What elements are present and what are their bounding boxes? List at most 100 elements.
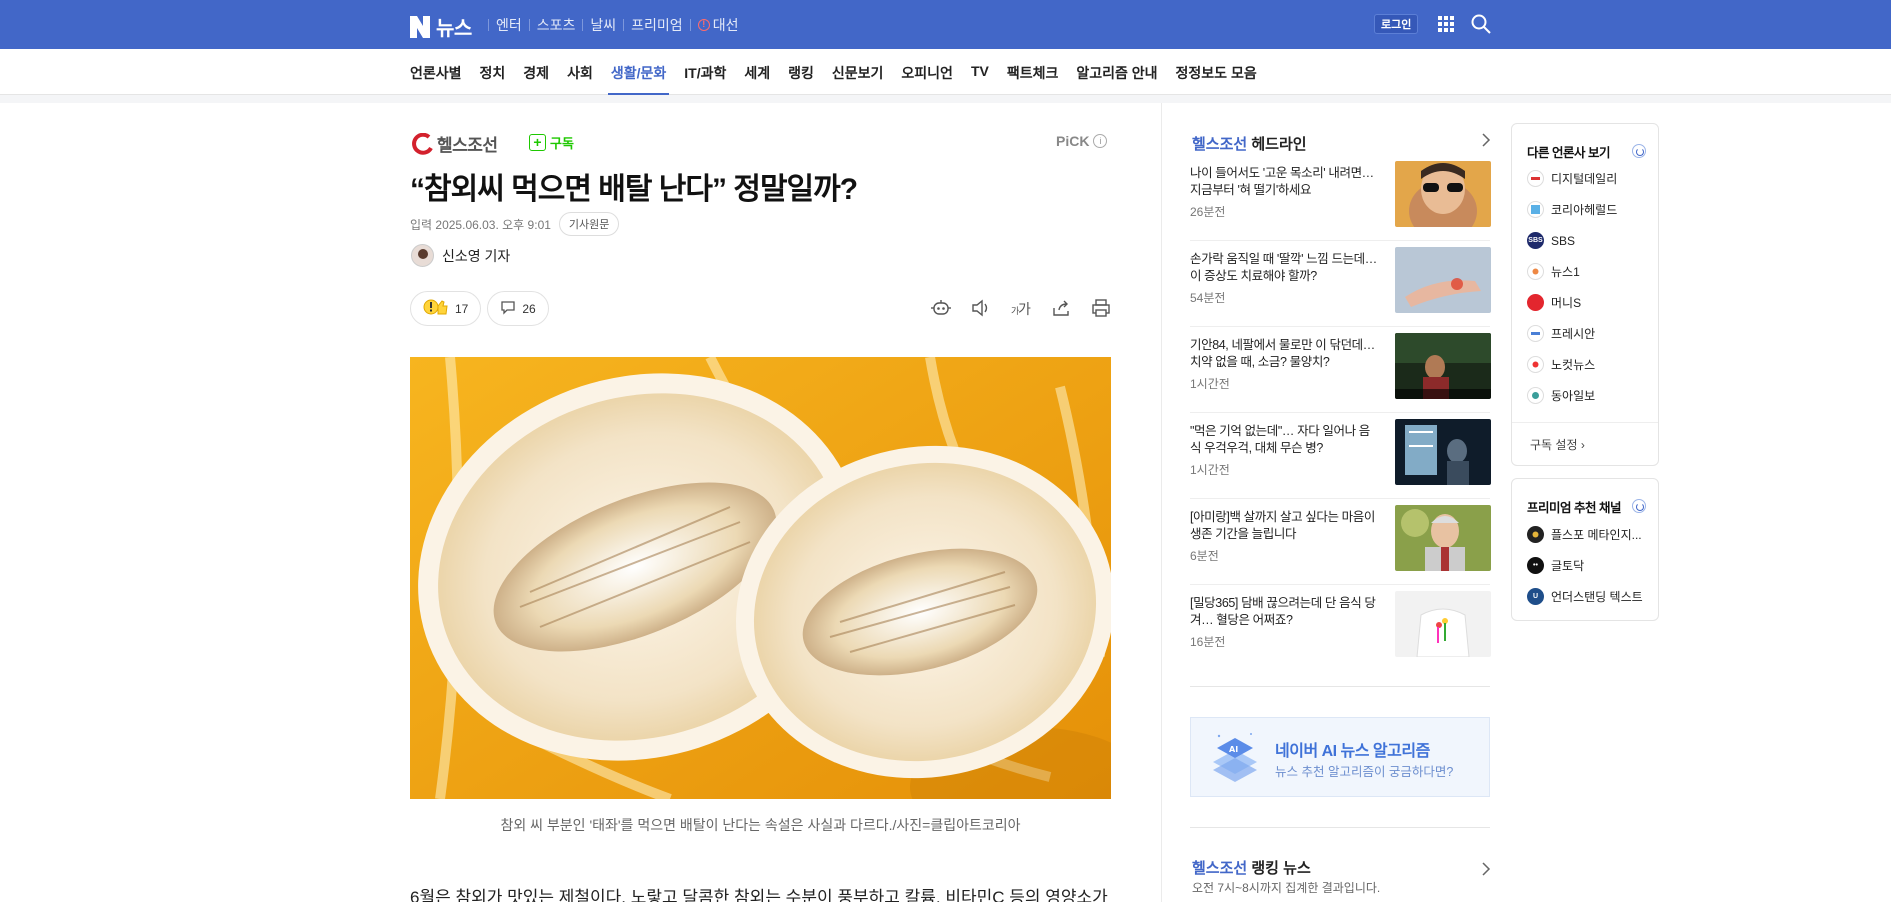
headline-item[interactable]: "먹은 기억 없는데"… 자다 일어나 음식 우걱우걱, 대체 무슨 병? 1시… [1190,419,1491,499]
headline-title[interactable]: [밀당365] 담배 끊으려는데 단 음식 당겨… 혈당은 어쩌죠? [1190,595,1380,629]
print-icon[interactable] [1090,297,1112,319]
article-date: 입력 2025.06.03. 오후 9:01 [410,217,551,232]
tab-corrections[interactable]: 정정보도 모음 [1176,49,1257,95]
headline-title[interactable]: 나이 들어서도 '고운 목소리' 내려면… 지금부터 '혀 떨기'하세요 [1190,165,1380,199]
tab-life-culture[interactable]: 생활/문화 [607,49,670,95]
apps-grid-icon[interactable] [1438,16,1454,32]
premium-channel-box: 프리미엄 추천 채널 플스포 메타인지... •• 글토닥 U 언더스탠딩 텍스… [1511,478,1659,621]
naver-n-icon [410,15,430,38]
headline-time: 6분전 [1190,549,1219,563]
press-logo-icon [1527,325,1544,342]
nav-weather[interactable]: 날씨 [583,15,623,35]
login-button[interactable]: 로그인 [1374,14,1419,34]
info-icon[interactable]: i [1093,134,1108,148]
search-icon[interactable] [1471,14,1491,39]
tab-press[interactable]: 언론사별 [410,49,462,95]
tab-algorithm[interactable]: 알고리즘 안내 [1076,49,1157,95]
headline-title[interactable]: "먹은 기억 없는데"… 자다 일어나 음식 우걱우걱, 대체 무슨 병? [1190,423,1380,457]
headline-title[interactable]: [아미랑]백 살까지 살고 싶다는 마음이 생존 기간을 늘립니다 [1190,509,1380,543]
section-divider [0,95,1891,103]
ranking-title[interactable]: 헬스조선 랭킹 뉴스 [1192,857,1311,878]
font-size-icon[interactable]: 가가 [1010,297,1032,319]
press-logo-icon [1527,201,1544,218]
tab-society[interactable]: 사회 [567,49,593,95]
press-item[interactable]: 동아일보 [1527,387,1595,404]
nav-premium[interactable]: 프리미엄 [624,15,690,35]
reaction-row: 17 26 [410,291,549,326]
refresh-icon[interactable] [1632,499,1646,513]
tab-tv[interactable]: TV [971,49,989,95]
press-item[interactable]: 노컷뉴스 [1527,356,1595,373]
svg-text:가: 가 [1018,302,1031,317]
headline-thumbnail[interactable] [1395,419,1491,485]
subscription-settings-link[interactable]: 구독 설정 › [1530,436,1585,453]
headline-thumbnail[interactable] [1395,161,1491,227]
press-item-label: 동아일보 [1551,389,1596,403]
press-headline-press: 헬스조선 [1192,136,1248,153]
press-item[interactable]: SBS SBS [1527,232,1575,249]
press-item-label: 디지털데일리 [1551,172,1618,186]
speaker-icon[interactable] [970,297,992,319]
headline-item[interactable]: 나이 들어서도 '고운 목소리' 내려면… 지금부터 '혀 떨기'하세요 26분… [1190,161,1491,241]
health-chosun-logo-icon [412,132,433,155]
comment-button[interactable]: 26 [487,291,549,326]
press-item[interactable]: 코리아헤럴드 [1527,201,1617,218]
chevron-right-icon[interactable] [1481,133,1491,150]
share-icon[interactable] [1050,297,1072,319]
press-item[interactable]: 디지털데일리 [1527,170,1617,187]
chevron-right-icon[interactable] [1481,862,1491,879]
channel-logo-icon [1527,526,1544,543]
headline-time: 26분전 [1190,205,1226,219]
original-article-button[interactable]: 기사원문 [558,212,620,236]
ai-cube-icon: AI [1213,733,1257,782]
premium-item[interactable]: •• 글토닥 [1527,557,1584,574]
subscribe-label: 구독 [550,136,574,151]
reaction-count: 17 [455,301,469,316]
headline-thumbnail[interactable] [1395,333,1491,399]
headline-title[interactable]: 손가락 움직일 때 '딸깍' 느낌 드는데… 이 증상도 치료해야 할까? [1190,251,1380,285]
tab-it-science[interactable]: IT/과학 [684,49,726,95]
article-body: 6월은 참외가 맛있는 제철이다. 노랗고 달콤한 참외는 수분이 풍부하고 칼… [410,888,1108,902]
premium-item[interactable]: U 언더스탠딩 텍스트 [1527,588,1643,605]
reaction-button[interactable]: 17 [410,291,482,326]
comment-count: 26 [522,301,536,316]
tab-economy[interactable]: 경제 [523,49,549,95]
press-item-label: 머니S [1551,296,1582,310]
headline-thumbnail[interactable] [1395,247,1491,313]
headline-item[interactable]: 기안84, 네팔에서 물로만 이 닦던데… 치약 없을 때, 소금? 물양치? … [1190,333,1491,413]
other-press-title: 다른 언론사 보기 [1527,146,1610,160]
naver-news-logo[interactable]: 뉴스 [410,12,472,41]
pick-badge[interactable]: PiCK i [1056,133,1108,149]
headline-item[interactable]: [밀당365] 담배 끊으려는데 단 음식 당겨… 혈당은 어쩌죠? 16분전 [1190,591,1491,661]
headline-thumbnail[interactable] [1395,505,1491,571]
tab-newspaper[interactable]: 신문보기 [832,49,884,95]
section-divider [1190,827,1490,828]
refresh-icon[interactable] [1632,144,1646,158]
byline[interactable]: 신소영 기자 [411,244,510,267]
nav-sports[interactable]: 스포츠 [530,15,583,35]
ai-algorithm-banner[interactable]: AI 네이버 AI 뉴스 알고리즘 뉴스 추천 알고리즘이 궁금하다면? [1190,717,1490,797]
press-item[interactable]: 뉴스1 [1527,263,1580,280]
press-item[interactable]: 머니S [1527,294,1581,311]
press-logo[interactable]: 헬스조선 [411,131,498,156]
nav-entertainment[interactable]: 엔터 [489,15,529,35]
tab-opinion[interactable]: 오피니언 [901,49,953,95]
subscribe-button[interactable]: + 구독 [529,133,574,152]
tab-politics[interactable]: 정치 [480,49,506,95]
press-item[interactable]: 프레시안 [1527,325,1595,342]
press-headline-title[interactable]: 헬스조선 헤드라인 [1192,133,1307,154]
reporter-name: 신소영 기자 [442,247,511,264]
premium-item[interactable]: 플스포 메타인지... [1527,526,1642,543]
headline-item[interactable]: [아미랑]백 살까지 살고 싶다는 마음이 생존 기간을 늘립니다 6분전 [1190,505,1491,585]
nav-election[interactable]: ! 대선 [691,15,746,35]
tab-factcheck[interactable]: 팩트체크 [1007,49,1059,95]
summary-bot-icon[interactable] [930,297,952,319]
article-title: “참외씨 먹으면 배탈 난다” 정말일까? [410,173,858,206]
tab-world[interactable]: 세계 [744,49,770,95]
headline-title[interactable]: 기안84, 네팔에서 물로만 이 닦던데… 치약 없을 때, 소금? 물양치? [1190,337,1380,371]
tab-ranking[interactable]: 랭킹 [788,49,814,95]
ranking-subtitle: 오전 7시~8시까지 집계한 결과입니다. [1192,881,1381,895]
other-press-box: 다른 언론사 보기 디지털데일리 코리아헤럴드 SBS SBS 뉴스1 머니S … [1511,123,1659,466]
headline-thumbnail[interactable] [1395,591,1491,657]
headline-item[interactable]: 손가락 움직일 때 '딸깍' 느낌 드는데… 이 증상도 치료해야 할까? 54… [1190,247,1491,327]
